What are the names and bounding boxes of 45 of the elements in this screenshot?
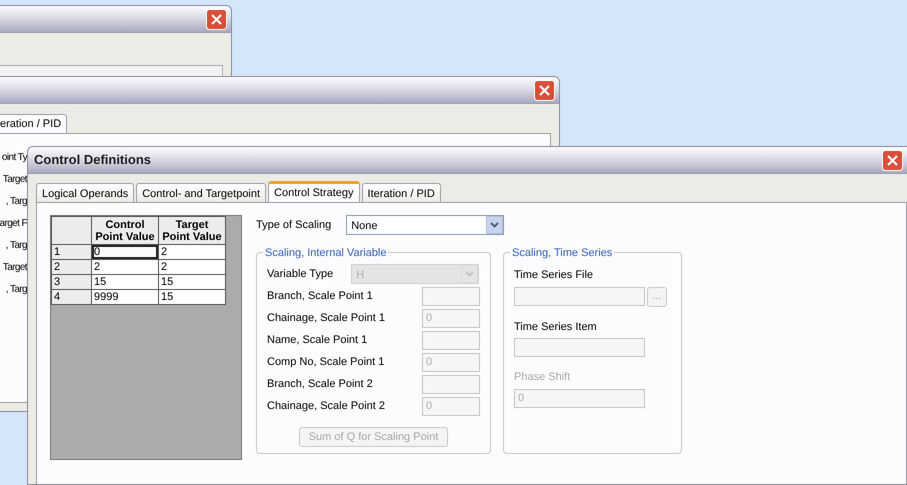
field-label: Chainage, Scale Point 1: [267, 311, 386, 326]
row-header: 3: [52, 274, 92, 290]
table-cell[interactable]: 15: [158, 274, 226, 290]
field-label: Branch, Scale Point 1: [267, 289, 373, 304]
table-cell[interactable]: 2: [158, 260, 226, 274]
field-label: Target: [2, 261, 27, 275]
field-label: Variable Type: [267, 266, 334, 282]
field-label: , Targ: [6, 239, 27, 253]
table-cell[interactable]: 9999: [92, 290, 158, 304]
tab[interactable]: Control Strategy: [268, 181, 360, 202]
table-cell[interactable]: 15: [158, 290, 226, 304]
field-label: arget F: [0, 217, 27, 231]
close-icon[interactable]: [534, 80, 555, 100]
table-cell[interactable]: 0: [92, 244, 158, 260]
row-header: 1: [52, 244, 92, 260]
field-label: Comp No, Scale Point 1: [267, 355, 384, 370]
field-label: Time Series Item: [514, 320, 598, 334]
tab[interactable]: Control- and Targetpoint: [136, 183, 266, 202]
scaling-dropdown[interactable]: None: [346, 215, 504, 235]
field-label: Type of Scaling: [256, 218, 332, 233]
table-cell[interactable]: 2: [92, 260, 158, 274]
field-label: oint Ty: [2, 151, 27, 165]
field-label: Phase Shift: [514, 370, 572, 385]
group-title: Scaling, Internal Variable: [263, 245, 388, 262]
tab[interactable]: Logical Operands: [36, 183, 134, 202]
field-label: Name, Scale Point 1: [267, 333, 368, 348]
group-title: Scaling, Time Series: [510, 245, 614, 262]
caret-icon[interactable]: [486, 216, 504, 234]
field-label: Target: [2, 173, 27, 187]
field-label: , Targ: [6, 283, 27, 297]
close-icon[interactable]: [882, 150, 903, 170]
field-label: , Targ: [6, 195, 27, 209]
field-label: Chainage, Scale Point 2: [267, 399, 386, 414]
close-icon[interactable]: [206, 8, 227, 30]
column-header: Control Point Value: [92, 216, 158, 244]
column-header: Target Point Value: [158, 216, 226, 244]
row-header: 4: [52, 290, 92, 304]
window-title: Control Definitions: [34, 151, 151, 170]
row-header: 2: [52, 260, 92, 274]
table-cell[interactable]: 15: [92, 274, 158, 290]
field-label: Time Series File: [514, 268, 594, 283]
tab[interactable]: eration / PID: [0, 114, 68, 133]
table-cell[interactable]: 2: [158, 244, 226, 260]
tab[interactable]: Iteration / PID: [362, 183, 441, 202]
field-label: Branch, Scale Point 2: [267, 377, 373, 392]
